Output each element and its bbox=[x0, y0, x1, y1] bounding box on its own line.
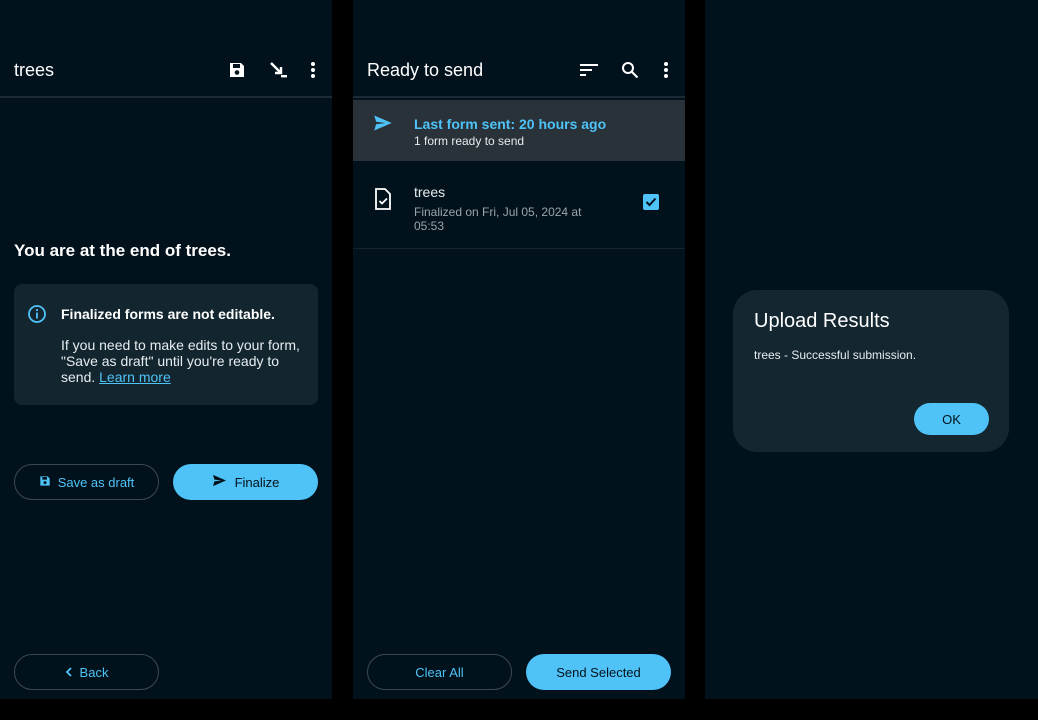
more-vert-icon[interactable] bbox=[653, 57, 679, 83]
send-selected-label: Send Selected bbox=[556, 664, 641, 680]
form-checked-icon bbox=[374, 188, 392, 215]
sort-icon[interactable] bbox=[576, 57, 602, 83]
learn-more-link[interactable]: Learn more bbox=[99, 369, 171, 385]
info-card: Finalized forms are not editable. If you… bbox=[14, 284, 318, 405]
save-icon bbox=[39, 475, 51, 490]
search-icon[interactable] bbox=[617, 57, 643, 83]
back-label: Back bbox=[79, 664, 109, 680]
more-vert-icon[interactable] bbox=[300, 57, 326, 83]
send-icon bbox=[373, 114, 393, 137]
form-end-screen: trees You are at the end of trees. Final… bbox=[0, 0, 332, 699]
send-selected-button[interactable]: Send Selected bbox=[526, 654, 671, 690]
save-as-draft-label: Save as draft bbox=[57, 474, 135, 490]
top-app-bar: trees bbox=[0, 0, 332, 98]
top-app-bar: Ready to send bbox=[353, 0, 685, 98]
info-body-text: If you need to make edits to your form, … bbox=[61, 337, 300, 385]
send-icon bbox=[212, 474, 227, 490]
info-icon bbox=[27, 304, 47, 329]
form-name: trees bbox=[414, 184, 446, 200]
ok-button[interactable]: OK bbox=[914, 403, 989, 435]
finalize-label: Finalize bbox=[234, 474, 280, 490]
finalize-button[interactable]: Finalize bbox=[173, 464, 318, 500]
info-heading: Finalized forms are not editable. bbox=[61, 306, 275, 322]
select-checkbox[interactable] bbox=[643, 194, 659, 210]
info-body: If you need to make edits to your form, … bbox=[61, 337, 311, 385]
screen-title: Ready to send bbox=[367, 60, 484, 80]
chevron-left-icon bbox=[65, 665, 73, 680]
clear-all-label: Clear All bbox=[415, 664, 464, 680]
last-sent-banner: Last form sent: 20 hours ago 1 form read… bbox=[353, 100, 685, 161]
upload-results-screen: Upload Results trees - Successful submis… bbox=[705, 0, 1038, 699]
list-item[interactable]: trees Finalized on Fri, Jul 05, 2024 at … bbox=[353, 162, 685, 249]
form-title: trees bbox=[14, 60, 55, 80]
save-icon[interactable] bbox=[224, 57, 250, 83]
save-as-draft-button[interactable]: Save as draft bbox=[14, 464, 159, 500]
ready-to-send-screen: Ready to send Last form sent: 20 hours a… bbox=[353, 0, 685, 699]
form-status: Finalized on Fri, Jul 05, 2024 at 05:53 bbox=[414, 205, 582, 233]
upload-results-dialog: Upload Results trees - Successful submis… bbox=[733, 290, 1009, 452]
ready-count-text: 1 form ready to send bbox=[414, 134, 525, 148]
last-sent-text: Last form sent: 20 hours ago bbox=[414, 116, 607, 132]
back-button[interactable]: Back bbox=[14, 654, 159, 690]
end-of-form-message: You are at the end of trees. bbox=[14, 241, 231, 260]
jump-icon[interactable] bbox=[265, 57, 291, 83]
dialog-message: trees - Successful submission. bbox=[754, 348, 917, 362]
clear-all-button[interactable]: Clear All bbox=[367, 654, 512, 690]
dialog-title: Upload Results bbox=[754, 310, 890, 332]
